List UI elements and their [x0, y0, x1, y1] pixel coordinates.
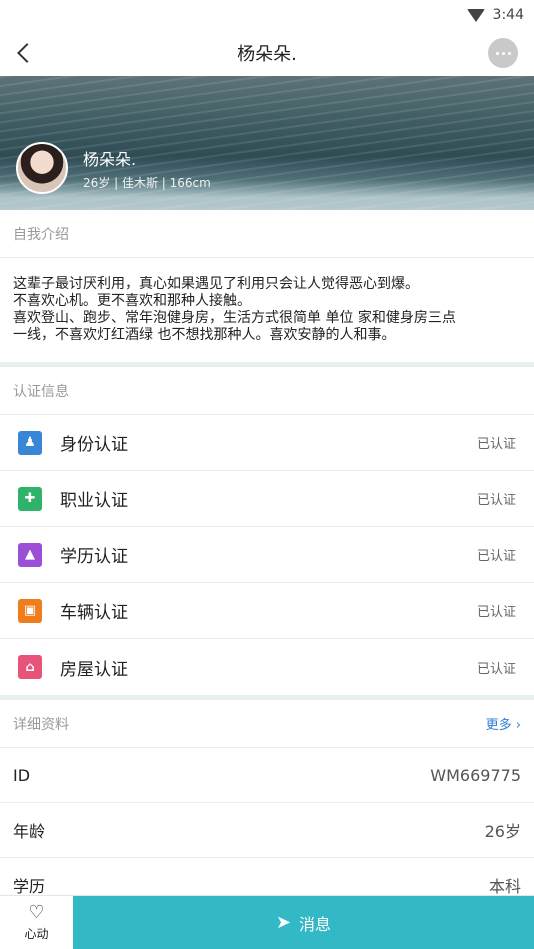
- like-button[interactable]: ♡ 心动: [0, 896, 73, 949]
- chevron-right-icon: ›: [515, 718, 521, 733]
- cert-status: 已认证: [476, 605, 516, 620]
- detail-label: 学历: [13, 877, 46, 896]
- profile-banner: 杨朵朵. 26岁 | 佳木斯 | 166cm: [0, 76, 534, 210]
- cert-status: 已认证: [476, 549, 516, 564]
- profile-name: 杨朵朵.: [83, 150, 137, 169]
- briefcase-icon: ✚: [18, 486, 42, 511]
- navigation-bar: 杨朵朵.: [0, 30, 534, 76]
- message-label: 消息: [299, 914, 332, 934]
- status-time: 3:44: [492, 7, 524, 23]
- cert-row-identity[interactable]: ♟ 身份认证 已认证: [0, 415, 534, 471]
- cert-row-education[interactable]: ▲ 学历认证 已认证: [0, 527, 534, 583]
- cert-row-job[interactable]: ✚ 职业认证 已认证: [0, 471, 534, 527]
- more-dots-icon: [495, 51, 499, 55]
- details-more-link[interactable]: 更多 ›: [486, 714, 521, 733]
- detail-row-id: ID WM669775: [0, 748, 534, 803]
- cert-label: 学历认证: [60, 547, 128, 567]
- details-heading: 详细资料 更多 ›: [0, 700, 534, 748]
- heart-icon: ♡: [28, 901, 45, 923]
- graduation-cap-icon: ▲: [18, 542, 42, 567]
- detail-row-age: 年龄 26岁: [0, 803, 534, 858]
- cert-status: 已认证: [476, 661, 516, 677]
- cert-label: 身份认证: [60, 435, 128, 455]
- intro-line: 不喜欢心机。更不喜欢和那种人接触。: [13, 293, 251, 309]
- car-icon: ▣: [18, 598, 42, 623]
- intro-heading: 自我介绍: [0, 210, 534, 258]
- message-button[interactable]: ➤ 消息: [73, 896, 534, 949]
- bottom-action-bar: ♡ 心动 ➤ 消息: [0, 895, 534, 949]
- back-button[interactable]: [14, 38, 44, 68]
- intro-line: 这辈子最讨厌利用，真心如果遇见了利用只会让人觉得恶心到爆。: [13, 276, 419, 292]
- detail-value: 本科: [488, 877, 521, 896]
- intro-line: 喜欢登山、跑步、常年泡健身房，生活方式很简单 单位 家和健身房三点: [13, 310, 456, 326]
- detail-label: 年龄: [13, 822, 46, 841]
- profile-meta: 26岁 | 佳木斯 | 166cm: [83, 176, 211, 190]
- cert-status: 已认证: [476, 493, 516, 508]
- avatar[interactable]: [16, 142, 68, 194]
- cert-row-house[interactable]: ⌂ 房屋认证 已认证: [0, 639, 534, 695]
- detail-value: WM669775: [430, 765, 521, 785]
- detail-label: ID: [13, 765, 31, 785]
- status-bar: 3:44: [0, 0, 534, 30]
- send-icon: ➤: [275, 912, 292, 933]
- cert-row-vehicle[interactable]: ▣ 车辆认证 已认证: [0, 583, 534, 639]
- detail-value: 26岁: [484, 822, 521, 841]
- chevron-left-icon: [17, 43, 37, 63]
- wifi-icon: [466, 8, 485, 22]
- like-label: 心动: [24, 926, 49, 941]
- cert-heading: 认证信息: [0, 367, 534, 415]
- house-icon: ⌂: [18, 655, 42, 679]
- page-title: 杨朵朵.: [237, 44, 297, 65]
- cert-status: 已认证: [476, 437, 516, 452]
- intro-line: 一线，不喜欢灯红酒绿 也不想找那种人。喜欢安静的人和事。: [13, 327, 396, 343]
- cert-label: 房屋认证: [60, 659, 128, 680]
- intro-text: 这辈子最讨厌利用，真心如果遇见了利用只会让人觉得恶心到爆。 不喜欢心机。更不喜欢…: [0, 258, 534, 362]
- cert-label: 职业认证: [60, 491, 128, 511]
- cert-label: 车辆认证: [60, 603, 128, 623]
- more-options-button[interactable]: [488, 38, 518, 68]
- id-card-icon: ♟: [18, 430, 42, 455]
